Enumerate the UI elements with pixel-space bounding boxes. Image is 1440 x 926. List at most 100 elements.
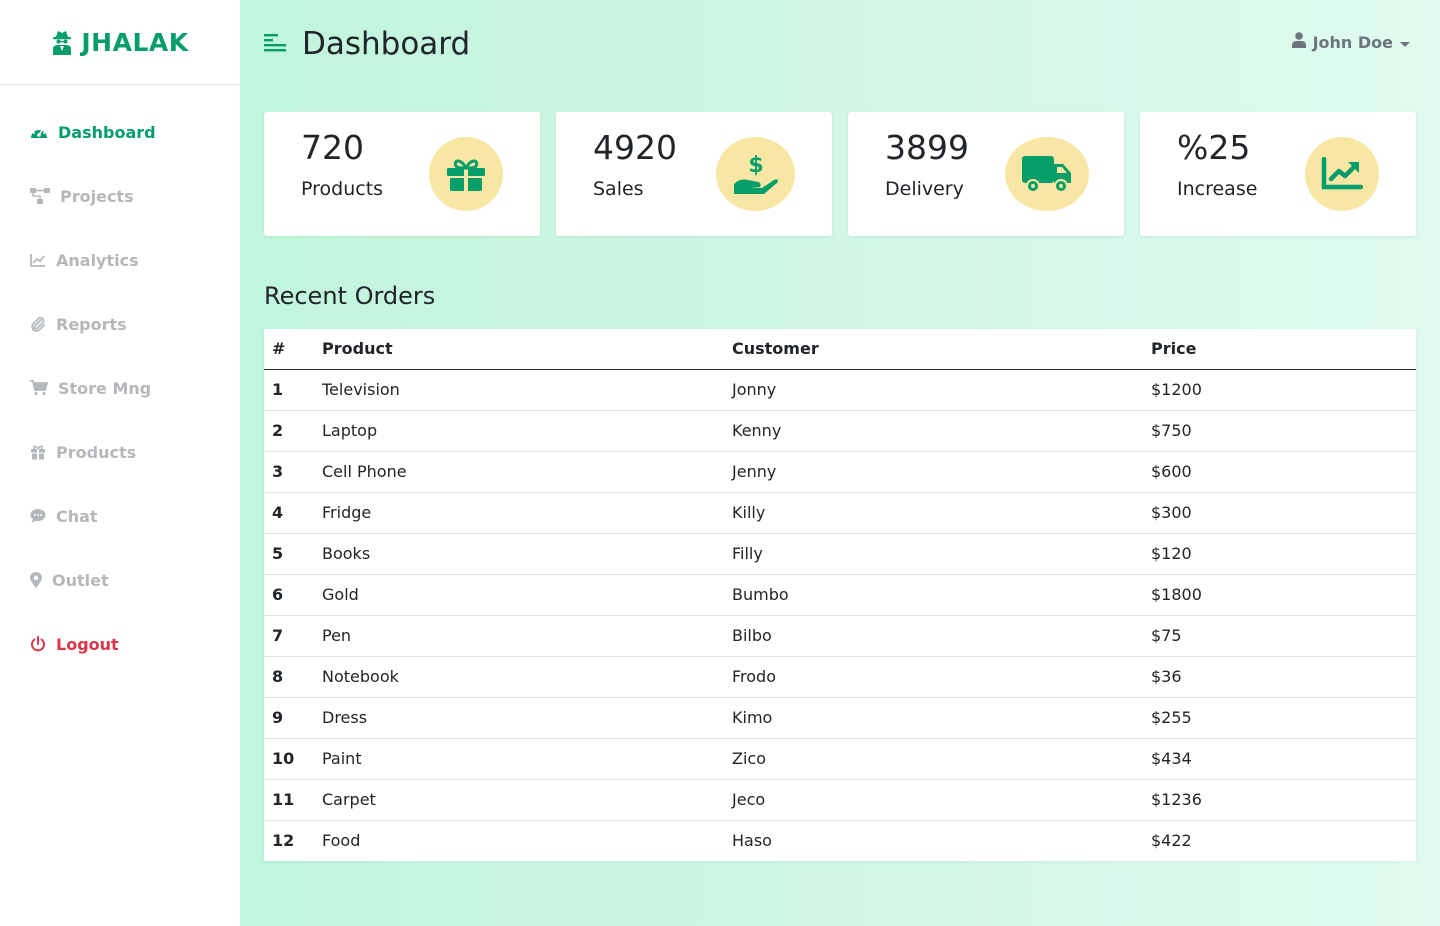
gauge-icon xyxy=(30,124,48,140)
gift-icon xyxy=(429,137,503,211)
comment-icon xyxy=(30,508,46,524)
sidebar-item-dashboard[interactable]: Dashboard xyxy=(0,100,240,164)
order-price: $1200 xyxy=(1151,380,1202,399)
order-product: Paint xyxy=(314,737,724,779)
sidebar-item-chat[interactable]: Chat xyxy=(0,484,240,548)
stat-label: Products xyxy=(301,178,384,200)
stat-value: 720 xyxy=(301,128,364,167)
order-number: 12 xyxy=(264,819,314,861)
order-product: Books xyxy=(314,532,724,574)
recent-orders-table: # Product Customer Price 1 Television Jonn… xyxy=(264,329,1416,861)
order-number: 3 xyxy=(264,450,314,492)
order-number: 7 xyxy=(264,614,314,656)
menu-toggle-button[interactable] xyxy=(264,32,286,56)
stat-label: Increase xyxy=(1177,178,1258,200)
order-customer: Killy xyxy=(724,491,1143,533)
sidebar-item-label: Dashboard xyxy=(58,122,156,142)
sidebar-item-outlet[interactable]: Outlet xyxy=(0,548,240,612)
svg-text:$: $ xyxy=(748,153,763,178)
caret-down-icon xyxy=(1400,33,1410,52)
order-price: $1800 xyxy=(1143,573,1416,615)
table-row: 3 Cell Phone Jenny $600 xyxy=(264,450,1416,492)
column-header: Price xyxy=(1143,329,1416,370)
table-row: 6 Gold Bumbo $1800 xyxy=(264,573,1416,615)
column-header: Product xyxy=(314,329,724,370)
order-customer: Kenny xyxy=(724,409,1143,451)
chart-up-icon xyxy=(1305,137,1379,211)
order-number: 4 xyxy=(264,491,314,533)
order-customer: Zico xyxy=(724,737,1143,779)
order-number: 10 xyxy=(264,737,314,779)
order-customer: Frodo xyxy=(724,655,1143,697)
table-row: 10 Paint Zico $434 xyxy=(264,737,1416,779)
sidebar-item-label: Logout xyxy=(56,634,119,654)
table-row: 5 Books Filly $120 xyxy=(264,532,1416,574)
sitemap-icon xyxy=(30,188,50,204)
order-number: 5 xyxy=(264,532,314,574)
order-product: Television xyxy=(322,380,400,399)
table-row: 9 Dress Kimo $255 xyxy=(264,696,1416,738)
user-menu[interactable]: John Doe xyxy=(1291,32,1410,52)
order-customer: Bilbo xyxy=(724,614,1143,656)
sidebar-item-reports[interactable]: Reports xyxy=(0,292,240,356)
sidebar-item-products[interactable]: Products xyxy=(0,420,240,484)
user-icon xyxy=(1291,32,1306,52)
sidebar-item-label: Store Mng xyxy=(58,378,152,398)
table-row: 2 Laptop Kenny $750 xyxy=(264,409,1416,451)
stat-value: %25 xyxy=(1177,128,1251,167)
order-product: Cell Phone xyxy=(314,450,724,492)
column-header: # xyxy=(264,329,314,370)
order-number: 9 xyxy=(264,696,314,738)
order-number: 6 xyxy=(264,573,314,615)
stats-cards: 720 Products 4920 Sales $ 3899 Delivery … xyxy=(264,112,1416,236)
sidebar: JHALAK Dashboard Projects Analytics Repo… xyxy=(0,0,240,926)
sidebar-item-projects[interactable]: Projects xyxy=(0,164,240,228)
table-header-row: # Product Customer Price xyxy=(264,329,1416,370)
order-price: $255 xyxy=(1143,696,1416,738)
hand-dollar-icon: $ xyxy=(716,137,795,211)
cart-icon xyxy=(30,380,48,396)
stat-value: 3899 xyxy=(885,128,969,167)
order-number: 11 xyxy=(264,778,314,820)
sidebar-item-label: Reports xyxy=(56,314,127,334)
table-row: 11 Carpet Jeco $1236 xyxy=(264,778,1416,820)
order-number: 1 xyxy=(272,380,284,399)
user-name: John Doe xyxy=(1312,32,1393,52)
sidebar-item-analytics[interactable]: Analytics xyxy=(0,228,240,292)
column-header: Customer xyxy=(724,329,1143,370)
truck-icon xyxy=(1005,137,1089,211)
table-row: 4 Fridge Killy $300 xyxy=(264,491,1416,533)
sidebar-item-label: Chat xyxy=(56,506,98,526)
stat-card-increase: %25 Increase xyxy=(1140,112,1416,236)
sidebar-item-label: Projects xyxy=(60,186,134,206)
sidebar-item-logout[interactable]: Logout xyxy=(0,612,240,676)
order-number: 2 xyxy=(264,409,314,451)
table-row: 7 Pen Bilbo $75 xyxy=(264,614,1416,656)
stat-card-products: 720 Products xyxy=(264,112,540,236)
table-row: 12 Food Haso $422 xyxy=(264,819,1416,861)
brand[interactable]: JHALAK xyxy=(0,0,240,85)
stat-label: Delivery xyxy=(885,178,964,200)
sidebar-item-store-mng[interactable]: Store Mng xyxy=(0,356,240,420)
table-row: 8 Notebook Frodo $36 xyxy=(264,655,1416,697)
order-customer: Jenny xyxy=(724,450,1143,492)
order-product: Fridge xyxy=(314,491,724,533)
table-row: 1 Television Jonny $1200 xyxy=(264,369,1416,410)
order-product: Pen xyxy=(314,614,724,656)
recent-orders-title: Recent Orders xyxy=(264,282,436,310)
order-product: Dress xyxy=(314,696,724,738)
order-price: $422 xyxy=(1143,819,1416,861)
paperclip-icon xyxy=(30,316,46,332)
order-product: Notebook xyxy=(314,655,724,697)
map-marker-icon xyxy=(30,572,42,588)
spy-icon xyxy=(51,29,73,55)
order-customer: Filly xyxy=(724,532,1143,574)
sidebar-item-label: Analytics xyxy=(56,250,139,270)
order-price: $600 xyxy=(1143,450,1416,492)
stat-label: Sales xyxy=(593,178,644,200)
menu-icon xyxy=(264,32,286,56)
order-product: Laptop xyxy=(314,409,724,451)
order-product: Carpet xyxy=(314,778,724,820)
stat-value: 4920 xyxy=(593,128,677,167)
order-price: $75 xyxy=(1143,614,1416,656)
